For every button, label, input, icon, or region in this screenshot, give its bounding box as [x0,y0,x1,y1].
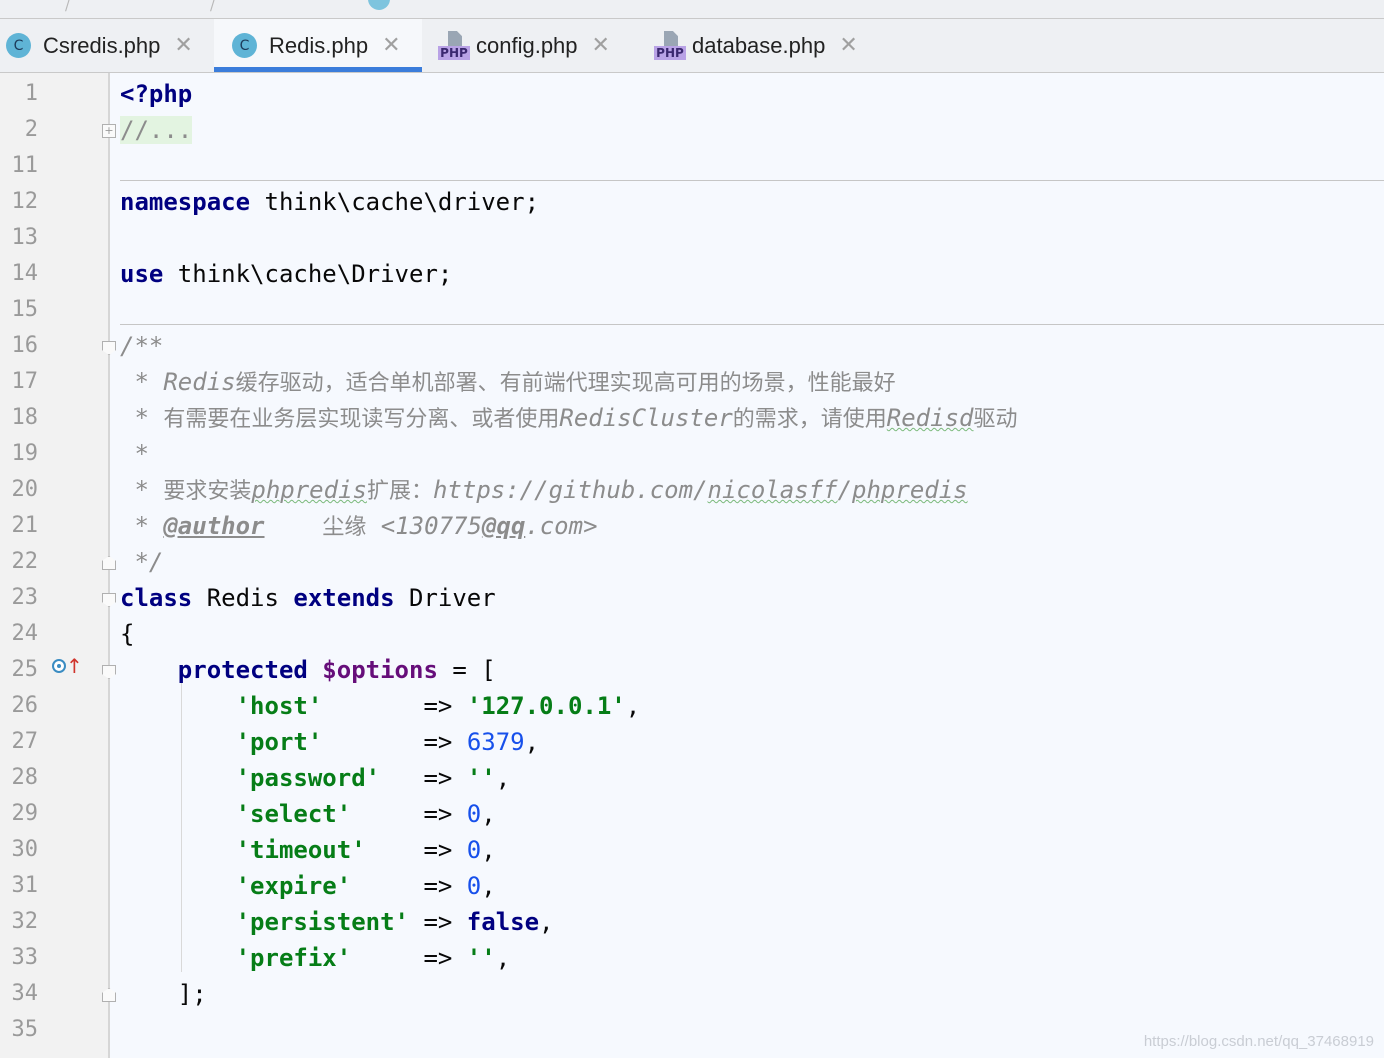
method-separator [120,324,1384,325]
option-key: 'prefix' [235,944,352,972]
tab-csredis[interactable]: C Csredis.php ✕ [0,19,214,72]
code-line[interactable]: namespace think\cache\driver; [0,184,1384,220]
php-open-tag: <?php [120,80,193,108]
option-value: false [466,908,540,936]
tab-label: Csredis.php [43,32,161,58]
keyword: use [120,260,164,288]
close-icon[interactable]: ✕ [592,33,610,58]
code-line[interactable]: 'timeout' => 0, [0,832,1384,868]
option-key: 'persistent' [235,908,409,936]
code-line[interactable]: /** [0,328,1384,364]
breadcrumb-separator: / [65,0,70,14]
tab-database[interactable]: PHP database.php ✕ [644,19,884,72]
namespace-path: think\cache\driver; [250,188,540,216]
option-key: 'select' [235,800,352,828]
line-number[interactable]: 11 [0,148,39,184]
option-value: 0 [466,836,482,864]
tab-redis[interactable]: C Redis.php ✕ [214,19,422,72]
code-line[interactable]: use think\cache\Driver; [0,256,1384,292]
code-line[interactable]: 'password' => '', [0,760,1384,796]
code-line[interactable]: 'port' => 6379, [0,724,1384,760]
method-separator [120,180,1384,181]
option-value: 0 [466,800,482,828]
watermark: https://blog.csdn.net/qq_37468919 [1143,1033,1374,1050]
option-value: 6379 [466,728,525,756]
code-line[interactable]: { [0,616,1384,652]
code-line[interactable]: 'host' => '127.0.0.1', [0,688,1384,724]
tab-config[interactable]: PHP config.php ✕ [422,19,644,72]
code-line[interactable]: * 有需要在业务层实现读写分离、或者使用RedisCluster的需求，请使用R… [0,400,1384,436]
keyword: namespace [120,188,251,216]
folded-comment[interactable]: //... [120,116,193,144]
code-line[interactable]: 'persistent' => false, [0,904,1384,940]
line-number[interactable]: 35 [0,1012,39,1048]
code-line[interactable]: * @author 尘缘 <130775@qq.com> [0,508,1384,544]
code-line[interactable]: class Redis extends Driver [0,580,1384,616]
class-icon: C [232,33,257,58]
class-icon: C [6,33,31,58]
doc-comment-open: /** [120,332,164,360]
class-icon [368,0,390,10]
doc-tag: @author [163,512,265,540]
code-line[interactable]: 'expire' => 0, [0,868,1384,904]
option-value: '' [466,764,496,792]
code-line[interactable]: 'prefix' => '', [0,940,1384,976]
close-icon[interactable]: ✕ [382,33,400,58]
breadcrumb: / / [0,0,1384,19]
option-key: 'expire' [235,872,352,900]
tab-label: config.php [476,32,578,58]
php-file-icon: PHP [438,30,470,61]
option-key: 'timeout' [235,836,366,864]
option-key: 'port' [235,728,323,756]
tab-label: database.php [692,32,826,58]
code-line[interactable]: * 要求安装phpredis扩展：https://github.com/nico… [0,472,1384,508]
code-line[interactable]: protected $options = [ [0,652,1384,688]
option-value: '127.0.0.1' [466,692,626,720]
option-key: 'host' [235,692,323,720]
code-line[interactable]: * [0,436,1384,472]
close-icon[interactable]: ✕ [839,33,857,58]
code-line[interactable]: <?php [0,76,1384,112]
php-file-icon: PHP [654,30,686,61]
line-number[interactable]: 15 [0,292,39,328]
line-number[interactable]: 13 [0,220,39,256]
code-line[interactable]: ]; [0,976,1384,1012]
code-line[interactable]: //... [0,112,1384,148]
code-line[interactable]: 'select' => 0, [0,796,1384,832]
option-value: 0 [466,872,482,900]
editor-tab-bar: C Csredis.php ✕ C Redis.php ✕ PHP config… [0,19,1384,73]
close-icon[interactable]: ✕ [174,33,192,58]
breadcrumb-separator: / [210,0,215,14]
code-line[interactable]: * Redis缓存驱动，适合单机部署、有前端代理实现高可用的场景，性能最好 [0,364,1384,400]
code-line[interactable]: */ [0,544,1384,580]
use-path: think\cache\Driver; [163,260,453,288]
option-value: '' [466,944,496,972]
tab-label: Redis.php [269,32,369,58]
option-key: 'password' [235,764,381,792]
property-variable: $options [322,656,438,684]
